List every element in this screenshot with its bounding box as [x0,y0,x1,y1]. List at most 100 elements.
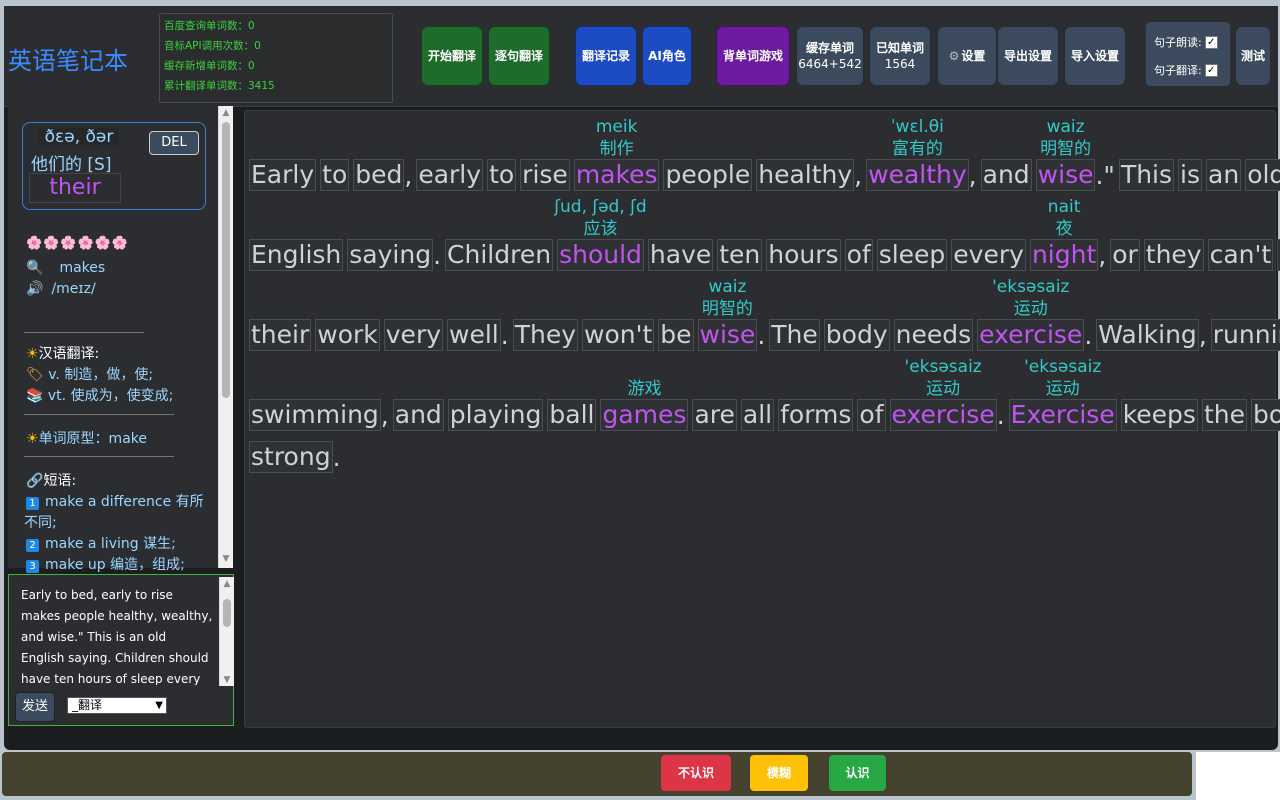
sentence-scrollbar[interactable]: ▲ ▼ [219,577,234,689]
word-token[interactable]: Walking [1096,319,1199,351]
highlighted-word[interactable]: makes meik 制作 [573,117,660,191]
word-token[interactable]: strong [249,441,333,473]
import-settings-button[interactable]: 导入设置 [1064,26,1126,86]
sentence-text[interactable]: Early to bed, early to rise makes people… [21,585,213,685]
word-token[interactable]: and [392,399,444,431]
phrase-1-cont: 不同; [24,515,57,531]
word-token[interactable]: needs [893,319,974,351]
read-sentence-checkbox[interactable]: ✓ [1204,35,1218,49]
history-button[interactable]: 翻译记录 [575,26,637,86]
scroll-up-arrow[interactable]: ▲ [219,108,233,118]
word-token[interactable]: playing [447,399,544,431]
word-token[interactable]: to [320,159,350,191]
word-token[interactable]: very [383,319,444,351]
word-token[interactable]: hours [766,239,841,271]
current-word-card[interactable]: ðɛə, ðər 他们的 [S] their DEL [22,122,206,210]
word-token[interactable]: they [1143,239,1204,271]
test-button[interactable]: 测试 [1235,26,1271,86]
known-words-button[interactable]: 已知单词 1564 [869,26,931,86]
word-token[interactable]: sleep [876,239,948,271]
word-token[interactable]: an [1206,159,1242,191]
word-token[interactable]: early [416,159,484,191]
send-button[interactable]: 发送 [15,692,55,722]
ai-role-button[interactable]: AI角色 [642,26,692,86]
word-token[interactable]: won't [582,319,655,351]
annotation-meaning: 运动 [926,379,961,399]
highlighted-word[interactable]: wise waiz 明智的 [697,277,758,351]
word-token[interactable]: English [249,239,344,271]
settings-button[interactable]: ⚙ 设置 [937,26,997,86]
word-token[interactable]: their [249,319,312,351]
word-token[interactable]: can't [1207,239,1274,271]
mode-select[interactable]: _翻译 ▼ [67,697,167,714]
word-token[interactable]: body [823,319,890,351]
blank-area [1196,752,1280,800]
cached-words-button[interactable]: 缓存单词 6464+542 [796,26,864,86]
highlighted-word[interactable]: exercise'eksəsaiz 运动 [977,277,1085,351]
word-token[interactable]: every [951,239,1026,271]
export-settings-button[interactable]: 导出设置 [997,26,1059,86]
word-text: healthy [758,160,853,189]
highlighted-word[interactable]: Exercise'eksəsaiz 运动 [1008,357,1117,431]
highlighted-word[interactable]: should ʃud, ʃəd, ʃd 应该 [554,197,647,271]
word-token[interactable]: rise [520,159,570,191]
punctuation: . [1084,321,1093,350]
word-token[interactable]: saying [347,239,434,271]
known-button[interactable]: 认识 [829,755,886,791]
fuzzy-button[interactable]: 模糊 [750,755,808,791]
word-token[interactable]: bed [353,159,405,191]
unknown-button[interactable]: 不认识 [661,755,731,791]
delete-word-button[interactable]: DEL [149,131,199,155]
word-token[interactable]: work [315,319,380,351]
word-token[interactable]: to [487,159,517,191]
highlighted-word[interactable]: wealthy ˈwɛl.θi 富有的 [866,117,969,191]
word-token[interactable]: forms [778,399,854,431]
scroll-thumb[interactable] [222,122,230,398]
word-token[interactable]: all [740,399,775,431]
highlighted-word[interactable]: night nait 夜 [1029,197,1099,271]
translate-sentence-checkbox[interactable]: ✓ [1204,63,1218,77]
scroll-up-arrow[interactable]: ▲ [220,579,234,589]
sentence-translate-button[interactable]: 逐句翻译 [488,26,550,86]
highlighted-word[interactable]: exercise'eksəsaiz 运动 [889,357,997,431]
word-token[interactable]: ball [547,399,597,431]
word-token[interactable]: Early [249,159,317,191]
word-token[interactable]: swimming [249,399,381,431]
word-token[interactable]: This [1118,159,1175,191]
highlighted-word[interactable]: wise waiz 明智的 [1035,117,1096,191]
word-token[interactable]: ten [717,239,763,271]
word-token[interactable]: is [1178,159,1203,191]
word-token[interactable]: of [844,239,873,271]
search-icon[interactable]: 🔍 [26,260,43,276]
word-token[interactable]: are [692,399,737,431]
word-token[interactable]: and [980,159,1032,191]
word-token[interactable]: be [658,319,694,351]
start-translate-button[interactable]: 开始翻译 [421,26,483,86]
word-token[interactable]: of [857,399,886,431]
word-token[interactable]: They [512,319,578,351]
word-token[interactable]: healthy [756,159,855,191]
word-text: running [1212,320,1280,349]
speaker-icon[interactable]: 🔊 [26,281,43,297]
word-token[interactable]: Children [445,239,554,271]
annotation-meaning: 夜 [1055,219,1073,239]
word-token[interactable]: The [769,319,820,351]
word-token[interactable]: well [447,319,501,351]
scroll-thumb[interactable] [223,599,231,627]
highlighted-word[interactable]: games 游戏 [600,379,689,431]
word-token[interactable]: keeps [1120,399,1198,431]
word-token[interactable]: have [647,239,714,271]
word-token[interactable]: the [1201,399,1247,431]
scroll-down-arrow[interactable]: ▼ [220,675,234,685]
word-game-button[interactable]: 背单词游戏 [716,26,790,86]
sidebar-scrollbar[interactable]: ▲ ▼ [218,106,233,568]
word-token[interactable]: or [1110,239,1140,271]
word-text: needs [895,320,972,349]
word-token[interactable]: body [1250,399,1280,431]
word-token[interactable]: people [663,159,753,191]
word-token[interactable]: old [1245,159,1280,191]
word-token[interactable]: running [1210,319,1280,351]
lookup-word: makes [59,260,106,276]
divider [24,456,174,457]
scroll-down-arrow[interactable]: ▼ [219,554,233,564]
